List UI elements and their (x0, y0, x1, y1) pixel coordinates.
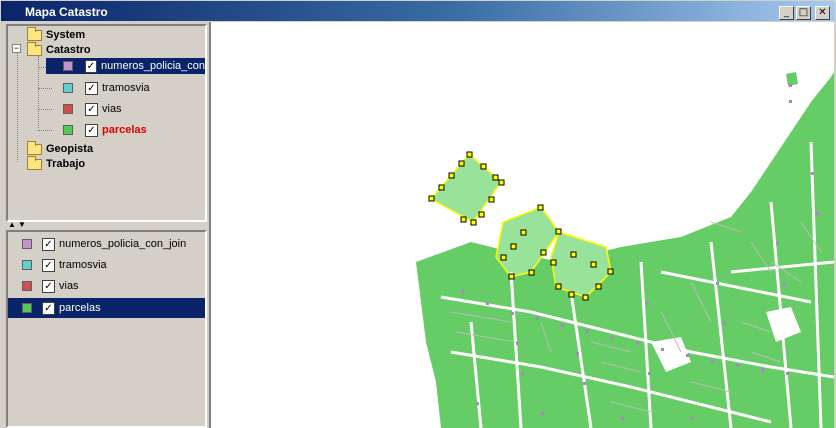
map-drawing (416, 72, 834, 428)
layer-label: tramosvia (102, 82, 150, 94)
list-layer-parcelas[interactable]: ✓ parcelas (8, 298, 205, 318)
folder-icon (27, 26, 42, 41)
list-layer-tramosvia[interactable]: ✓ tramosvia (8, 255, 205, 275)
collapse-catastro-toggle[interactable]: − (12, 44, 21, 53)
folder-icon (27, 140, 42, 155)
layer-label: parcelas (102, 124, 147, 136)
parcel-area (786, 72, 798, 86)
layer-label: numeros_policia_con_join (59, 238, 187, 250)
layer-visibility-checkbox[interactable]: ✓ (42, 237, 55, 251)
layer-label: vias (102, 103, 122, 115)
window-title: Mapa Catastro (25, 5, 108, 19)
layer-label: parcelas (59, 302, 101, 314)
folder-label: Geopista (46, 143, 94, 155)
tree-layer-numeros-policia[interactable]: ✓ numeros_policia_con (46, 58, 205, 74)
maximize-button[interactable]: □ (796, 6, 811, 20)
parcel-area (416, 72, 834, 428)
tree-folder-catastro[interactable]: Catastro (27, 41, 91, 58)
layer-style-icon (63, 104, 73, 114)
tree-connector (17, 44, 18, 162)
layer-style-icon (63, 61, 73, 71)
layer-visibility-checkbox[interactable]: ✓ (42, 301, 55, 315)
tree-folder-trabajo[interactable]: Trabajo (27, 155, 86, 172)
layer-visibility-checkbox[interactable]: ✓ (85, 81, 98, 95)
list-layer-numeros-policia-con-join[interactable]: ✓ numeros_policia_con_join (8, 234, 205, 254)
collapse-up-icon[interactable]: ▲ (8, 221, 16, 229)
folder-label: System (46, 29, 86, 41)
layer-visibility-checkbox[interactable]: ✓ (85, 123, 98, 137)
folder-icon (27, 155, 42, 170)
layer-list-panel: ✓ numeros_policia_con_join ✓ tramosvia ✓… (6, 230, 207, 428)
close-button[interactable]: ✕ (815, 6, 830, 20)
map-canvas[interactable] (209, 22, 834, 428)
folder-label: Catastro (46, 44, 91, 56)
list-layer-vias[interactable]: ✓ vias (8, 276, 205, 296)
layer-label: vias (59, 280, 79, 292)
layer-style-icon (22, 303, 32, 313)
layer-style-icon (63, 83, 73, 93)
layer-style-icon (22, 281, 32, 291)
tree-layer-vias[interactable]: ✓ vias (46, 101, 122, 117)
layer-style-icon (22, 260, 32, 270)
layer-manager: − System Catastro ✓ numeros_policia_con … (2, 22, 209, 428)
layer-visibility-checkbox[interactable]: ✓ (42, 258, 55, 272)
layer-visibility-checkbox[interactable]: ✓ (84, 59, 98, 73)
layer-label: tramosvia (59, 259, 107, 271)
layer-visibility-checkbox[interactable]: ✓ (85, 102, 98, 116)
layer-visibility-checkbox[interactable]: ✓ (42, 279, 55, 293)
layer-style-icon (22, 239, 32, 249)
folder-label: Trabajo (46, 158, 86, 170)
layer-style-icon (63, 125, 73, 135)
title-bar: Mapa Catastro _ □ ✕ (0, 0, 836, 22)
minimize-button[interactable]: _ (779, 6, 794, 20)
tree-folder-geopista[interactable]: Geopista (27, 140, 94, 157)
tree-layer-tramosvia[interactable]: ✓ tramosvia (46, 80, 150, 96)
panel-splitter[interactable]: ▲ ▼ (6, 221, 207, 230)
layer-label: numeros_policia_con (101, 60, 205, 72)
collapse-down-icon[interactable]: ▼ (18, 221, 26, 229)
tree-layer-parcelas[interactable]: ✓ parcelas (46, 122, 147, 138)
layer-tree-panel: − System Catastro ✓ numeros_policia_con … (6, 24, 207, 222)
open-folder-icon (27, 41, 42, 56)
